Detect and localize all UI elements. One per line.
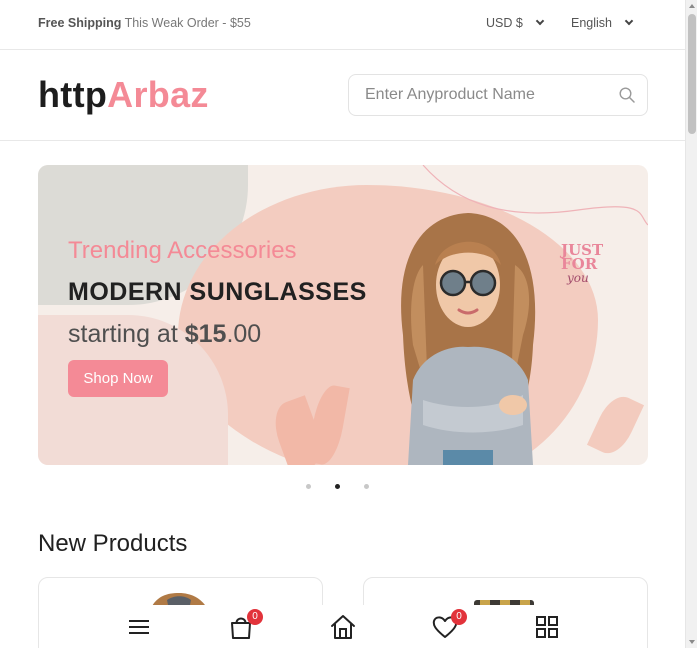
home-icon [331, 615, 355, 639]
model-photo [401, 213, 536, 465]
scroll-up-arrow-icon[interactable] [689, 4, 695, 8]
hero-banner: Trending Accessories MODERN SUNGLASSES s… [38, 165, 648, 465]
scroll-down-arrow-icon[interactable] [689, 640, 695, 644]
menu-button[interactable] [125, 613, 153, 641]
shipping-text: This Weak Order - $55 [124, 16, 251, 30]
search-box [348, 74, 648, 116]
categories-button[interactable] [533, 613, 561, 641]
banner-title: MODERN SUNGLASSES [68, 278, 367, 306]
menu-icon [129, 620, 149, 634]
home-button[interactable] [329, 613, 357, 641]
wishlist-count-badge: 0 [451, 609, 467, 625]
chevron-down-icon [535, 16, 545, 26]
search-icon[interactable] [619, 87, 635, 103]
grid-icon [536, 616, 558, 638]
top-announcement-bar: Free Shipping This Weak Order - $55 USD … [0, 0, 685, 50]
shipping-notice: Free Shipping This Weak Order - $55 [38, 16, 251, 30]
cart-button[interactable]: 0 [227, 609, 263, 641]
price-prefix: starting at [68, 320, 185, 348]
chevron-down-icon [624, 16, 634, 26]
price-bold: $15 [184, 320, 227, 348]
shipping-bold-text: Free Shipping [38, 16, 122, 30]
banner-subtitle: Trending Accessories [68, 237, 297, 264]
stamp-line-3: you [567, 271, 589, 285]
banner-price: starting at $15.00 [68, 320, 261, 349]
logo-part-1: http [38, 74, 108, 115]
slider-dots [0, 476, 685, 494]
logo-part-2: Arbaz [107, 74, 209, 115]
site-logo[interactable]: httpArbaz [38, 74, 209, 116]
mobile-bottom-nav: 0 0 [88, 605, 598, 648]
leaf-decor [586, 390, 645, 460]
page-scrollbar[interactable] [685, 0, 697, 648]
wishlist-button[interactable]: 0 [431, 609, 467, 641]
currency-select[interactable]: USD $ [486, 16, 545, 30]
just-for-you-stamp: JUST FOR you [561, 243, 603, 286]
slider-dot[interactable] [306, 484, 311, 489]
slider-dot-active[interactable] [335, 484, 340, 489]
slider-dot[interactable] [364, 484, 369, 489]
language-value: English [571, 16, 612, 30]
site-header: httpArbaz [0, 50, 685, 141]
shop-now-button[interactable]: Shop Now [68, 360, 168, 397]
new-products-heading: New Products [38, 530, 188, 557]
search-input[interactable] [349, 75, 599, 115]
language-select[interactable]: English [571, 16, 634, 30]
price-suffix: .00 [226, 320, 262, 348]
currency-value: USD $ [486, 16, 523, 30]
cart-count-badge: 0 [247, 609, 263, 625]
scrollbar-thumb[interactable] [688, 14, 696, 134]
